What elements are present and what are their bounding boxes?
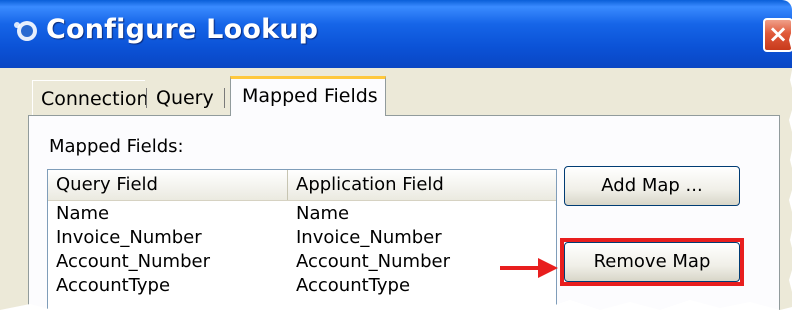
column-header-application-field[interactable]: Application Field <box>288 170 556 200</box>
add-map-button[interactable]: Add Map ... <box>564 166 740 206</box>
tab-mapped-fields-label: Mapped Fields <box>242 85 378 107</box>
list-header: Query Field Application Field <box>48 170 556 201</box>
tab-separator <box>224 88 225 108</box>
tab-query-label: Query <box>156 87 214 109</box>
table-row[interactable]: Account_Number Account_Number <box>48 250 556 274</box>
remove-map-button[interactable]: Remove Map <box>564 242 740 282</box>
configure-lookup-window: Configure Lookup × Connection Query Mapp… <box>0 0 792 324</box>
torn-edge-bottom <box>0 300 792 324</box>
torn-edge-right <box>789 0 792 324</box>
arrow-right-icon <box>500 258 558 278</box>
application-field-cell: Name <box>296 203 350 224</box>
tab-connection[interactable]: Connection <box>32 80 149 115</box>
column-header-query-field[interactable]: Query Field <box>48 170 288 200</box>
mapped-fields-label: Mapped Fields: <box>49 136 184 157</box>
table-row[interactable]: Invoice_Number Invoice_Number <box>48 226 556 250</box>
table-row[interactable]: Name Name <box>48 202 556 226</box>
tab-query[interactable]: Query <box>150 80 222 114</box>
query-field-cell: Invoice_Number <box>56 227 202 248</box>
app-logo-icon <box>14 21 37 41</box>
title-bar[interactable]: Configure Lookup × <box>0 0 792 68</box>
tab-connection-label: Connection <box>41 88 149 110</box>
tab-separator <box>146 88 147 108</box>
list-rows: Name Name Invoice_Number Invoice_Number … <box>48 202 556 298</box>
query-field-cell: Name <box>56 203 110 224</box>
application-field-cell: Invoice_Number <box>296 227 442 248</box>
window-title: Configure Lookup <box>46 14 319 45</box>
tab-mapped-fields[interactable]: Mapped Fields <box>230 76 386 116</box>
query-field-cell: Account_Number <box>56 251 210 272</box>
application-field-cell: Account_Number <box>296 251 450 272</box>
dialog-body: Connection Query Mapped Fields Mapped Fi… <box>0 68 792 324</box>
